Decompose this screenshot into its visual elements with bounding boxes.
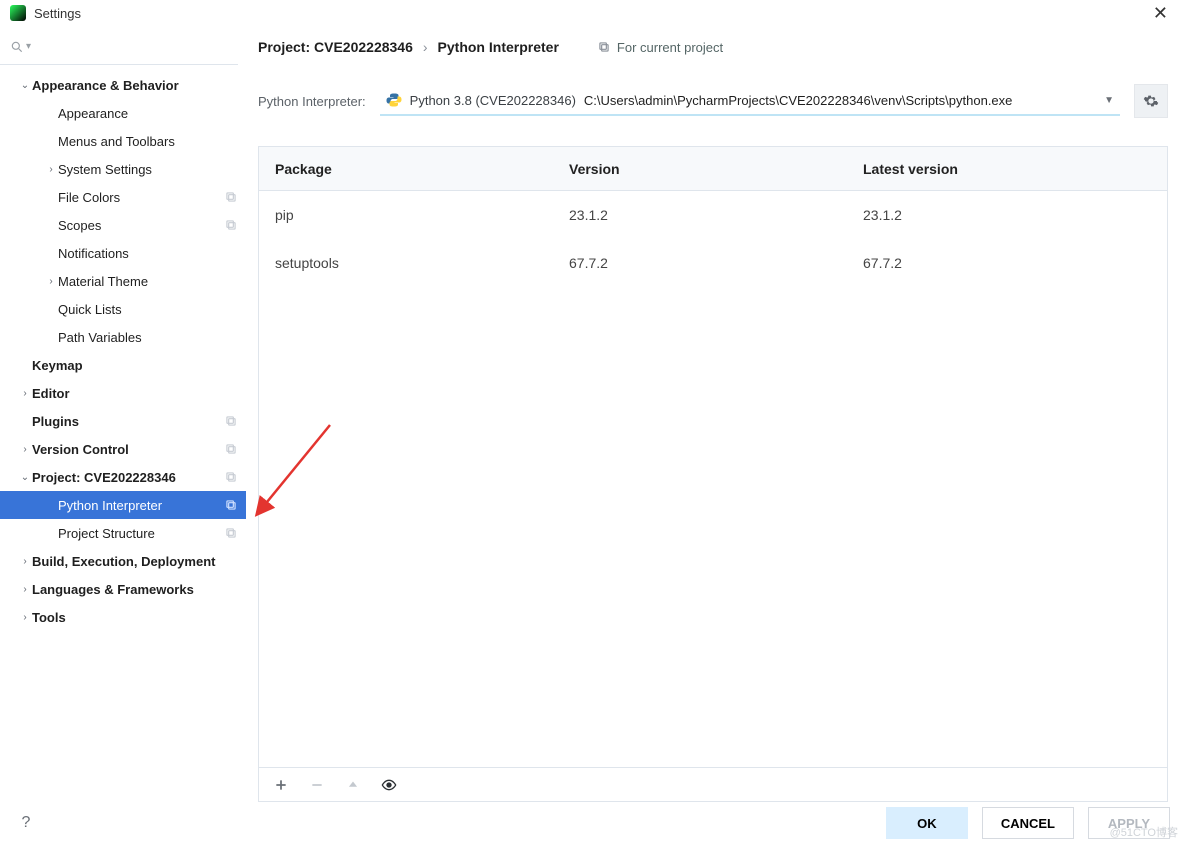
ok-button[interactable]: OK — [886, 807, 968, 839]
copy-icon — [597, 40, 611, 54]
python-icon — [386, 92, 402, 108]
package-version: 67.7.2 — [569, 255, 863, 271]
search-input[interactable]: ▾ — [0, 35, 238, 65]
sidebar-item-label: Keymap — [32, 358, 238, 373]
sidebar-item-label: Notifications — [58, 246, 238, 261]
col-version[interactable]: Version — [569, 161, 863, 177]
sidebar-item-menus-and-toolbars[interactable]: Menus and Toolbars — [0, 127, 246, 155]
package-row[interactable]: setuptools67.7.267.7.2 — [259, 239, 1167, 287]
package-name: pip — [259, 207, 569, 223]
sidebar-item-keymap[interactable]: Keymap — [0, 351, 246, 379]
col-package[interactable]: Package — [259, 161, 569, 177]
packages-toolbar — [259, 767, 1167, 801]
sidebar-item-system-settings[interactable]: ›System Settings — [0, 155, 246, 183]
sidebar-item-label: Material Theme — [58, 274, 238, 289]
sidebar-item-label: System Settings — [58, 162, 238, 177]
main-panel: Project: CVE202228346 › Python Interpret… — [246, 26, 1184, 802]
sidebar-item-tools[interactable]: ›Tools — [0, 603, 246, 631]
chevron-right-icon: › — [423, 39, 428, 55]
chevron-right-icon: › — [18, 444, 32, 455]
scope-badge-label: For current project — [617, 40, 723, 55]
sidebar-item-python-interpreter[interactable]: Python Interpreter — [0, 491, 246, 519]
titlebar: Settings ✕ — [0, 0, 1184, 26]
sidebar-item-languages-frameworks[interactable]: ›Languages & Frameworks — [0, 575, 246, 603]
search-icon — [10, 40, 24, 54]
sidebar-item-label: Editor — [32, 386, 238, 401]
interpreter-path: C:\Users\admin\PycharmProjects\CVE202228… — [584, 93, 1012, 108]
scope-badge: For current project — [597, 40, 723, 55]
sidebar-item-material-theme[interactable]: ›Material Theme — [0, 267, 246, 295]
crumb-page: Python Interpreter — [438, 39, 559, 55]
sidebar-item-label: Python Interpreter — [58, 498, 224, 513]
chevron-right-icon: › — [44, 276, 58, 287]
remove-package-button[interactable] — [309, 777, 325, 793]
sidebar-item-path-variables[interactable]: Path Variables — [0, 323, 246, 351]
sidebar-item-notifications[interactable]: Notifications — [0, 239, 246, 267]
sidebar-item-label: Build, Execution, Deployment — [32, 554, 238, 569]
chevron-down-icon: ⌄ — [18, 80, 32, 91]
chevron-right-icon: › — [18, 388, 32, 399]
sidebar-item-label: Project: CVE202228346 — [32, 470, 224, 485]
sidebar-item-label: Menus and Toolbars — [58, 134, 238, 149]
help-button[interactable]: ? — [14, 811, 38, 835]
gear-icon — [1143, 93, 1159, 109]
packages-header: Package Version Latest version — [259, 147, 1167, 191]
sidebar-item-appearance-behavior[interactable]: ⌄Appearance & Behavior — [0, 71, 246, 99]
add-package-button[interactable] — [273, 777, 289, 793]
sidebar-item-appearance[interactable]: Appearance — [0, 99, 246, 127]
chevron-right-icon: › — [18, 584, 32, 595]
packages-body: pip23.1.223.1.2setuptools67.7.267.7.2 — [259, 191, 1167, 767]
sidebar-item-quick-lists[interactable]: Quick Lists — [0, 295, 246, 323]
chevron-right-icon: › — [18, 556, 32, 567]
interpreter-settings-button[interactable] — [1134, 84, 1168, 118]
sidebar-item-scopes[interactable]: Scopes — [0, 211, 246, 239]
window-title: Settings — [34, 6, 81, 21]
sidebar-item-file-colors[interactable]: File Colors — [0, 183, 246, 211]
interpreter-row: Python Interpreter: Python 3.8 (CVE20222… — [258, 84, 1168, 118]
chevron-down-icon[interactable]: ▼ — [1104, 95, 1114, 106]
sidebar-item-label: Appearance — [58, 106, 238, 121]
package-row[interactable]: pip23.1.223.1.2 — [259, 191, 1167, 239]
package-version: 23.1.2 — [569, 207, 863, 223]
crumb-project[interactable]: Project: CVE202228346 — [258, 39, 413, 55]
package-name: setuptools — [259, 255, 569, 271]
interpreter-select[interactable]: Python 3.8 (CVE202228346) C:\Users\admin… — [380, 86, 1120, 116]
sidebar-item-plugins[interactable]: Plugins — [0, 407, 246, 435]
upgrade-package-button[interactable] — [345, 777, 361, 793]
col-latest[interactable]: Latest version — [863, 161, 1167, 177]
sidebar-item-editor[interactable]: ›Editor — [0, 379, 246, 407]
package-latest: 67.7.2 — [863, 255, 1167, 271]
interpreter-name: Python 3.8 (CVE202228346) — [410, 93, 576, 108]
sidebar-item-version-control[interactable]: ›Version Control — [0, 435, 246, 463]
chevron-right-icon: › — [18, 612, 32, 623]
sidebar-item-label: File Colors — [58, 190, 224, 205]
interpreter-label: Python Interpreter: — [258, 94, 366, 109]
sidebar-item-build-execution-deployment[interactable]: ›Build, Execution, Deployment — [0, 547, 246, 575]
sidebar: ▾ ⌄Appearance & BehaviorAppearanceMenus … — [0, 26, 246, 802]
search-history-icon[interactable]: ▾ — [26, 41, 31, 52]
sidebar-item-label: Version Control — [32, 442, 224, 457]
cancel-button[interactable]: CANCEL — [982, 807, 1074, 839]
close-icon[interactable]: ✕ — [1147, 3, 1174, 24]
sidebar-item-label: Quick Lists — [58, 302, 238, 317]
sidebar-item-label: Project Structure — [58, 526, 224, 541]
packages-panel: Package Version Latest version pip23.1.2… — [258, 146, 1168, 802]
app-icon — [10, 5, 26, 21]
sidebar-item-label: Tools — [32, 610, 238, 625]
chevron-right-icon: › — [44, 164, 58, 175]
sidebar-item-label: Appearance & Behavior — [32, 78, 238, 93]
sidebar-item-label: Plugins — [32, 414, 224, 429]
show-early-releases-button[interactable] — [381, 777, 397, 793]
settings-tree: ⌄Appearance & BehaviorAppearanceMenus an… — [0, 71, 246, 631]
sidebar-item-label: Path Variables — [58, 330, 238, 345]
package-latest: 23.1.2 — [863, 207, 1167, 223]
sidebar-item-label: Scopes — [58, 218, 224, 233]
breadcrumb: Project: CVE202228346 › Python Interpret… — [258, 32, 1168, 62]
sidebar-item-project-cve202228346[interactable]: ⌄Project: CVE202228346 — [0, 463, 246, 491]
chevron-down-icon: ⌄ — [18, 472, 32, 483]
watermark: @51CTO博客 — [1110, 824, 1178, 840]
dialog-footer: ? OK CANCEL APPLY — [0, 802, 1184, 844]
sidebar-item-label: Languages & Frameworks — [32, 582, 238, 597]
sidebar-item-project-structure[interactable]: Project Structure — [0, 519, 246, 547]
